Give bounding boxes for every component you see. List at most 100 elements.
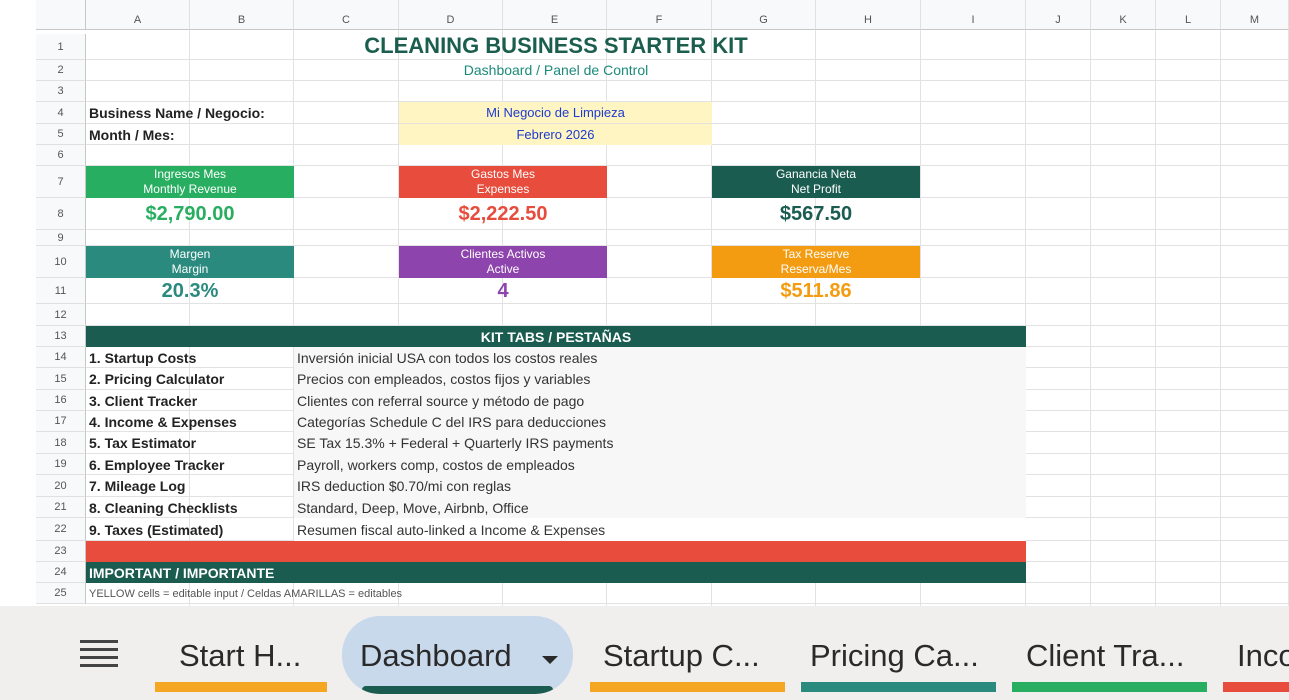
- kit-tab-name[interactable]: 5. Tax Estimator: [86, 432, 294, 454]
- row-header-3[interactable]: 3: [36, 81, 86, 102]
- kpi-label-primary: Ingresos Mes: [153, 167, 227, 181]
- kpi-value[interactable]: 4: [399, 278, 607, 304]
- column-header-k[interactable]: K: [1091, 0, 1156, 30]
- kpi-card-header[interactable]: Ganancia Neta Net Profit: [712, 166, 920, 198]
- column-header-m[interactable]: M: [1221, 0, 1289, 30]
- tab-color-indicator: [1012, 682, 1207, 692]
- kpi-label-primary: Margen: [169, 247, 211, 261]
- kpi-card-header[interactable]: Clientes Activos Active: [399, 246, 607, 278]
- chevron-down-icon[interactable]: [542, 656, 558, 664]
- column-header-b[interactable]: B: [190, 0, 294, 30]
- kit-tab-name[interactable]: 2. Pricing Calculator: [86, 368, 294, 390]
- sheet-title[interactable]: CLEANING BUSINESS STARTER KIT: [86, 34, 1026, 58]
- column-header-l[interactable]: L: [1156, 0, 1221, 30]
- kit-tab-name[interactable]: 3. Client Tracker: [86, 390, 294, 411]
- row-header-4[interactable]: 4: [36, 102, 86, 124]
- column-header-d[interactable]: D: [399, 0, 503, 30]
- kit-tab-description[interactable]: Payroll, workers comp, costos de emplead…: [294, 454, 1026, 475]
- grid-hline: [86, 80, 1289, 81]
- sheet-subtitle[interactable]: Dashboard / Panel de Control: [86, 60, 1026, 80]
- kit-tab-description[interactable]: Clientes con referral source y método de…: [294, 390, 1026, 411]
- month-label[interactable]: Month / Mes:: [86, 124, 398, 145]
- kpi-label-secondary: Reserva/Mes: [780, 262, 852, 276]
- row-header-19[interactable]: 19: [36, 454, 86, 475]
- row-header-25[interactable]: 25: [36, 583, 86, 604]
- kit-tab-description[interactable]: Precios con empleados, costos fijos y va…: [294, 368, 1026, 390]
- kit-tab-description[interactable]: IRS deduction $0.70/mi con reglas: [294, 475, 1026, 497]
- row-header-2[interactable]: 2: [36, 60, 86, 81]
- column-header-a[interactable]: A: [86, 0, 190, 30]
- row-header-23[interactable]: 23: [36, 541, 86, 562]
- kit-tab-name[interactable]: 4. Income & Expenses: [86, 411, 294, 432]
- column-header-h[interactable]: H: [816, 0, 921, 30]
- row-header-12[interactable]: 12: [36, 304, 86, 326]
- kpi-label-secondary: Expenses: [476, 182, 530, 196]
- row-header-13[interactable]: 13: [36, 326, 86, 347]
- row-header-5[interactable]: 5: [36, 124, 86, 145]
- kit-tab-name[interactable]: 7. Mileage Log: [86, 475, 294, 497]
- kpi-label-secondary: Margin: [171, 262, 209, 276]
- row-header-18[interactable]: 18: [36, 432, 86, 454]
- row-header-15[interactable]: 15: [36, 368, 86, 390]
- row-header-8[interactable]: 8: [36, 198, 86, 230]
- kit-tab-name[interactable]: 6. Employee Tracker: [86, 454, 294, 475]
- kpi-value[interactable]: $2,222.50: [399, 198, 607, 230]
- kpi-card-header[interactable]: Ingresos Mes Monthly Revenue: [86, 166, 294, 198]
- row-header-17[interactable]: 17: [36, 411, 86, 432]
- row-header-21[interactable]: 21: [36, 497, 86, 518]
- row-header-14[interactable]: 14: [36, 347, 86, 368]
- kit-tab-description[interactable]: Inversión inicial USA con todos los cost…: [294, 347, 1026, 368]
- sheet-tab-label: Start H...: [179, 638, 302, 673]
- kit-tab-description[interactable]: Standard, Deep, Move, Airbnb, Office: [294, 497, 1026, 518]
- all-sheets-menu-icon[interactable]: [80, 640, 118, 668]
- kpi-card-header[interactable]: Tax Reserve Reserva/Mes: [712, 246, 920, 278]
- row-header-11[interactable]: 11: [36, 278, 86, 304]
- red-divider-band[interactable]: [86, 541, 1026, 562]
- kpi-card-header[interactable]: Margen Margin: [86, 246, 294, 278]
- row-header-7[interactable]: 7: [36, 166, 86, 198]
- spreadsheet-grid[interactable]: ABCDEFGHIJKLM 1 2 3 4 5 6 7 8 9 10 11 12 13 14 15 16 17 1…: [0, 0, 1289, 606]
- tab-color-indicator: [155, 682, 327, 692]
- column-header-g[interactable]: G: [712, 0, 816, 30]
- kit-tab-name[interactable]: 1. Startup Costs: [86, 347, 294, 368]
- kpi-card-header[interactable]: Gastos Mes Expenses: [399, 166, 607, 198]
- kpi-label-primary: Tax Reserve: [782, 247, 850, 261]
- select-all-corner[interactable]: [36, 0, 86, 30]
- column-header-e[interactable]: E: [503, 0, 607, 30]
- sheet-tab-label: Client Tra...: [1026, 638, 1185, 673]
- kit-tab-name[interactable]: 8. Cleaning Checklists: [86, 497, 294, 518]
- column-header-i[interactable]: I: [921, 0, 1026, 30]
- business-name-input[interactable]: Mi Negocio de Limpieza: [399, 102, 712, 123]
- kit-tab-description[interactable]: Resumen fiscal auto-linked a Income & Ex…: [294, 518, 1026, 541]
- row-header-9[interactable]: 9: [36, 230, 86, 246]
- row-header-10[interactable]: 10: [36, 246, 86, 278]
- row-header-20[interactable]: 20: [36, 475, 86, 497]
- kpi-value[interactable]: $567.50: [712, 198, 920, 230]
- important-note[interactable]: YELLOW cells = editable input / Celdas A…: [86, 583, 1026, 604]
- important-header[interactable]: IMPORTANT / IMPORTANTE: [86, 562, 1026, 583]
- kpi-label-primary: Gastos Mes: [470, 167, 536, 181]
- kit-tab-name[interactable]: 9. Taxes (Estimated): [86, 518, 294, 541]
- kpi-value[interactable]: $511.86: [712, 278, 920, 304]
- column-header-f[interactable]: F: [607, 0, 712, 30]
- kpi-label-primary: Ganancia Neta: [775, 167, 857, 181]
- kit-tabs-header[interactable]: KIT TABS / PESTAÑAS: [86, 326, 1026, 347]
- column-header-c[interactable]: C: [294, 0, 399, 30]
- kpi-label-primary: Clientes Activos: [460, 247, 546, 261]
- grid-vline: [1220, 30, 1221, 606]
- row-header-24[interactable]: 24: [36, 562, 86, 583]
- kpi-value[interactable]: 20.3%: [86, 278, 294, 304]
- kpi-label-secondary: Active: [486, 262, 520, 276]
- row-header-1[interactable]: 1: [36, 34, 86, 60]
- kpi-value[interactable]: $2,790.00: [86, 198, 294, 230]
- kit-tab-description[interactable]: SE Tax 15.3% + Federal + Quarterly IRS p…: [294, 432, 1026, 454]
- month-input[interactable]: Febrero 2026: [399, 124, 712, 145]
- row-header-16[interactable]: 16: [36, 390, 86, 411]
- column-header-j[interactable]: J: [1026, 0, 1091, 30]
- business-name-label[interactable]: Business Name / Negocio:: [86, 102, 398, 124]
- row-header-22[interactable]: 22: [36, 518, 86, 541]
- row-header-6[interactable]: 6: [36, 145, 86, 166]
- tab-color-indicator: [362, 686, 553, 694]
- sheet-tab-label: Dashboard: [360, 638, 512, 673]
- kit-tab-description[interactable]: Categorías Schedule C del IRS para deduc…: [294, 411, 1026, 432]
